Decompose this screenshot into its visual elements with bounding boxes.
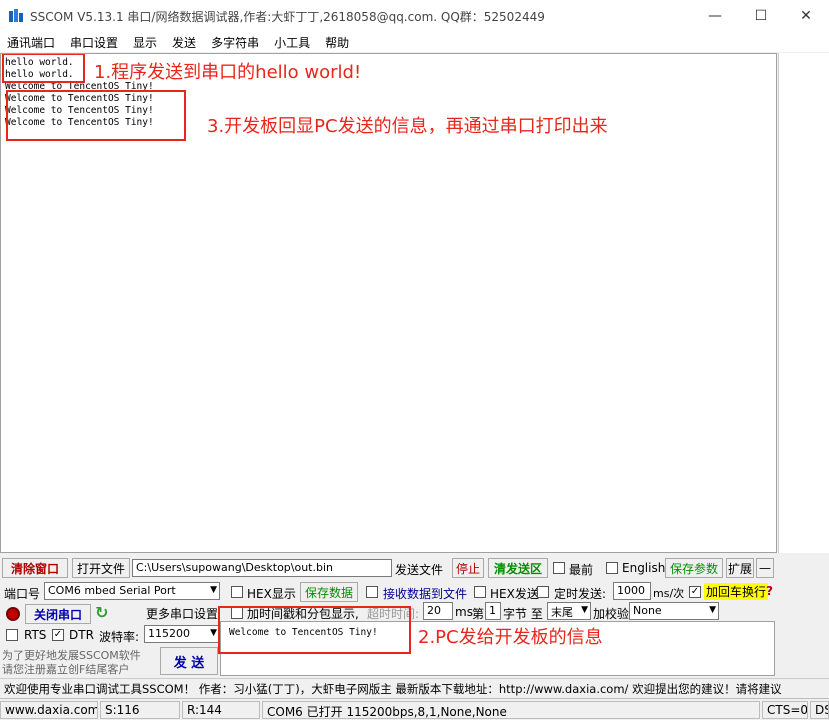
menu-serial-settings[interactable]: 串口设置 [63, 32, 126, 52]
close-port-button[interactable]: 关闭串口 [25, 604, 91, 624]
clear-send-button[interactable]: 清发送区 [488, 558, 548, 578]
baud-select-value: 115200 [148, 627, 190, 640]
baud-select[interactable]: 115200 ▼ [144, 625, 220, 643]
end-select[interactable]: 末尾 ▼ [547, 602, 591, 620]
annotation-box-3 [6, 90, 186, 141]
rts-label: RTS [24, 628, 47, 642]
port-status-icon [6, 607, 20, 621]
menu-multi-string[interactable]: 多字符串 [204, 32, 267, 52]
dtr-checkbox[interactable]: ✓ [52, 629, 64, 641]
menu-display[interactable]: 显示 [126, 32, 165, 52]
help-icon[interactable]: ? [766, 584, 773, 598]
promo-text-2: 请您注册嘉立创F结尾客户 [2, 663, 130, 676]
interval-input[interactable]: 1000 [613, 582, 651, 600]
hex-display-checkbox[interactable] [231, 586, 243, 598]
menu-bar: 通讯端口 串口设置 显示 发送 多字符串 小工具 帮助 [0, 32, 829, 52]
menu-help[interactable]: 帮助 [318, 32, 357, 52]
file-path-input[interactable]: C:\Users\supowang\Desktop\out.bin [132, 559, 392, 577]
checksum-select-value: None [633, 604, 662, 617]
send-button[interactable]: 发 送 [160, 647, 218, 675]
maximize-icon[interactable]: ☐ [738, 0, 784, 32]
status-site[interactable]: www.daxia.com [0, 701, 98, 719]
more-settings-button[interactable]: 更多串口设置 [146, 605, 218, 622]
receive-area[interactable]: hello world. hello world. Welcome to Ten… [0, 53, 777, 553]
annotation-1: 1.程序发送到串口的hello world! [94, 62, 362, 83]
byte-to-label: 字节 至 [503, 607, 543, 621]
close-icon[interactable]: ✕ [783, 0, 829, 32]
timeout-input[interactable]: 20 [423, 602, 453, 620]
menu-tools[interactable]: 小工具 [267, 32, 318, 52]
refresh-icon[interactable]: ↻ [95, 604, 113, 622]
port-label: 端口号 [4, 587, 41, 601]
interval-unit: ms/次 [653, 587, 685, 600]
scroll-strip [778, 53, 829, 553]
topmost-checkbox[interactable] [553, 562, 565, 574]
timed-send-label: 定时发送: [554, 587, 607, 601]
save-params-button[interactable]: 保存参数 [665, 558, 723, 578]
status-cts: CTS=0 [762, 701, 808, 719]
status-sent: S:116 [100, 701, 180, 719]
port-select[interactable]: COM6 mbed Serial Port ▼ [44, 582, 220, 600]
annotation-box-1 [2, 54, 85, 83]
minimize-icon[interactable]: — [692, 0, 738, 32]
app-logo-icon [9, 9, 23, 22]
timed-send-checkbox[interactable] [537, 586, 549, 598]
topmost-label: 最前 [569, 563, 594, 577]
end-select-value: 末尾 [551, 606, 573, 619]
chevron-down-icon: ▼ [210, 585, 217, 595]
checksum-select[interactable]: None ▼ [629, 602, 719, 620]
status-received: R:144 [182, 701, 260, 719]
chevron-down-icon: ▼ [581, 605, 588, 615]
recv-to-file-checkbox[interactable] [366, 586, 378, 598]
status-port-state: COM6 已打开 115200bps,8,1,None,None [262, 701, 760, 719]
info-text: 欢迎使用专业串口调试工具SSCOM！ 作者：习小猛(丁丁)，大虾电子网版主 最新… [4, 682, 782, 696]
info-bar: 欢迎使用专业串口调试工具SSCOM！ 作者：习小猛(丁丁)，大虾电子网版主 最新… [0, 678, 829, 696]
dtr-label: DTR [69, 628, 94, 642]
add-crlf-label: 加回车换行 [704, 583, 769, 600]
checksum-label: 加校验 [593, 607, 630, 621]
status-bar: www.daxia.com S:116 R:144 COM6 已打开 11520… [0, 698, 829, 720]
annotation-3: 3.开发板回显PC发送的信息，再通过串口打印出来 [207, 116, 608, 137]
save-data-button[interactable]: 保存数据 [300, 582, 358, 602]
byte-index-input[interactable]: 1 [485, 602, 501, 620]
port-select-value: COM6 mbed Serial Port [48, 584, 176, 597]
nth-label: 第 [472, 607, 485, 621]
add-crlf-checkbox[interactable]: ✓ [689, 586, 701, 598]
timeout-unit: ms [455, 605, 473, 619]
hex-send-label: HEX发送 [490, 587, 539, 601]
expand-button[interactable]: 扩展 [726, 558, 754, 578]
window-title: SSCOM V5.13.1 串口/网络数据调试器,作者:大虾丁丁,2618058… [30, 10, 545, 24]
chevron-down-icon: ▼ [210, 628, 217, 638]
baud-label: 波特率: [99, 630, 140, 644]
annotation-box-2 [218, 606, 411, 654]
english-checkbox[interactable] [606, 562, 618, 574]
hex-send-checkbox[interactable] [474, 586, 486, 598]
send-file-button[interactable]: 发送文件 [395, 561, 443, 578]
clear-window-button[interactable]: 清除窗口 [2, 558, 68, 578]
annotation-2: 2.PC发给开发板的信息 [418, 627, 603, 648]
menu-send[interactable]: 发送 [165, 32, 204, 52]
collapse-button[interactable]: — [756, 558, 774, 578]
status-dsr: DS [810, 701, 829, 719]
english-label: English [622, 561, 666, 575]
open-file-button[interactable]: 打开文件 [72, 558, 130, 578]
hex-display-label: HEX显示 [247, 587, 296, 601]
title-bar[interactable]: SSCOM V5.13.1 串口/网络数据调试器,作者:大虾丁丁,2618058… [0, 0, 829, 32]
stop-button[interactable]: 停止 [452, 558, 484, 578]
chevron-down-icon: ▼ [709, 605, 716, 615]
recv-to-file-label[interactable]: 接收数据到文件 [383, 585, 467, 602]
menu-port[interactable]: 通讯端口 [0, 32, 63, 52]
rts-checkbox[interactable] [6, 629, 18, 641]
